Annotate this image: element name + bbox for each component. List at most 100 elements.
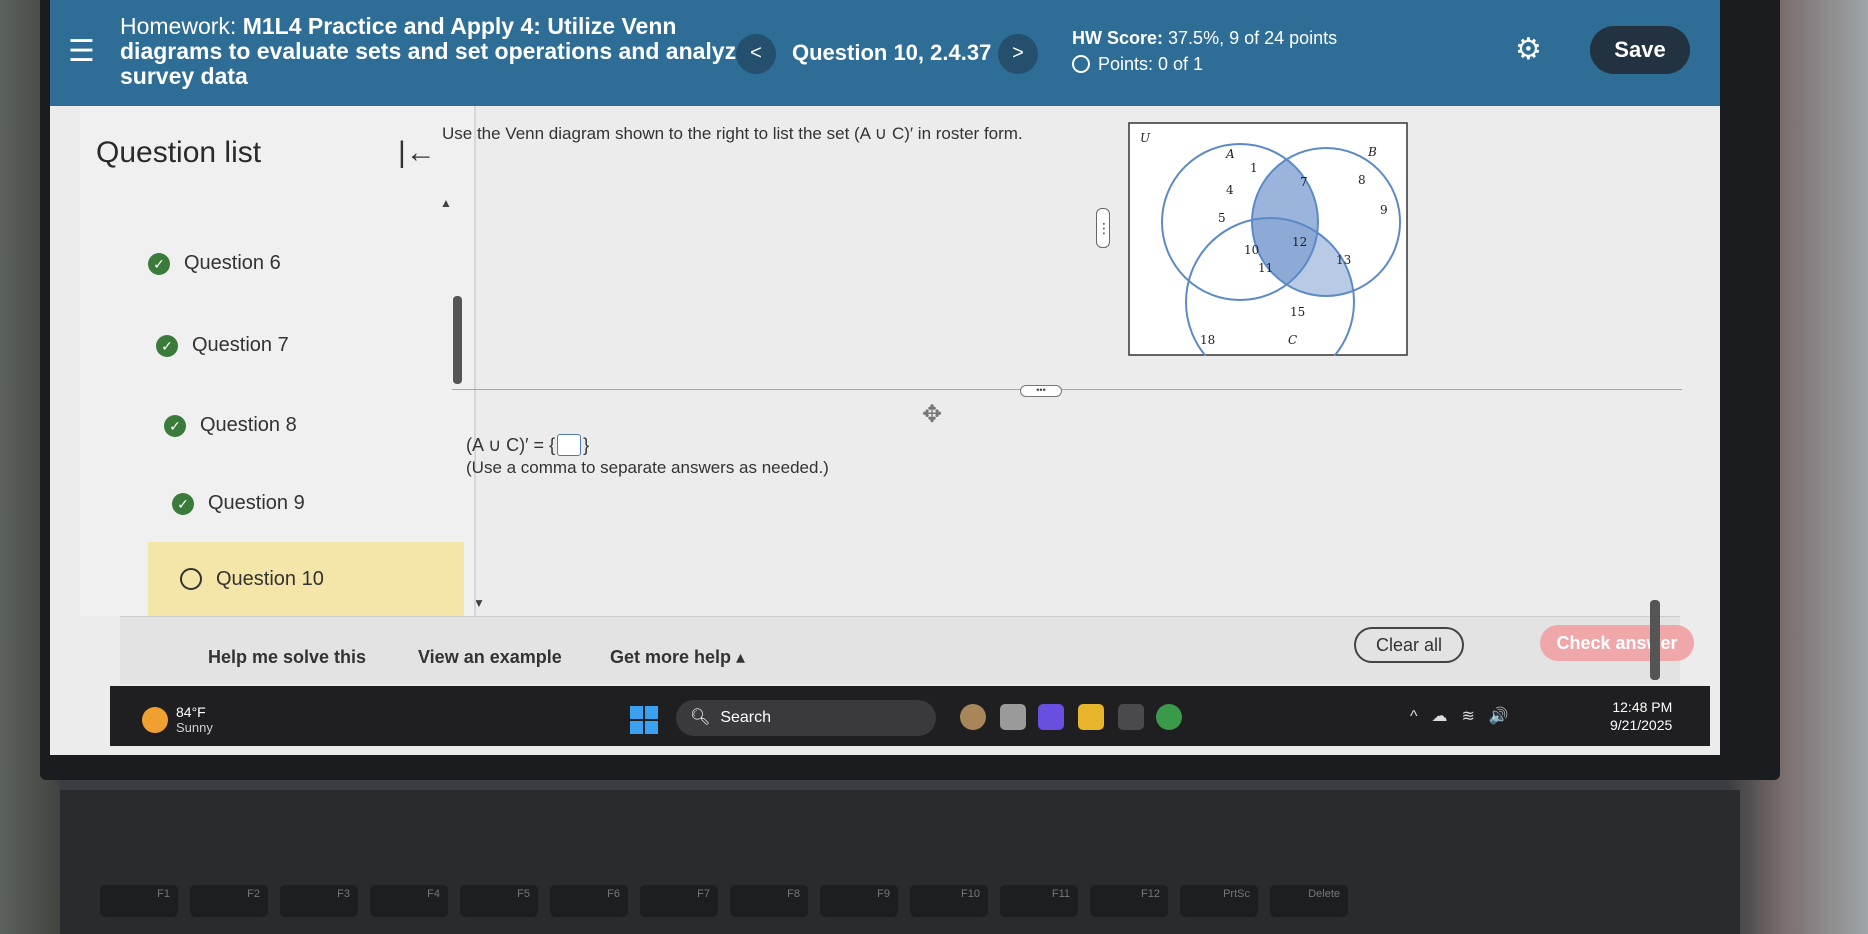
keyboard-key: F12 — [1090, 885, 1168, 917]
question-item-10[interactable]: Question 10 — [148, 542, 464, 616]
element-a-b: 7 — [1300, 175, 1308, 189]
complete-check-icon: ✓ — [164, 414, 186, 437]
answer-hint: (Use a comma to separate answers as need… — [466, 458, 829, 477]
question-list-scrollbar[interactable] — [453, 296, 462, 384]
search-icon: 🔍︎ — [690, 709, 711, 726]
element-b-only: 8 — [1358, 173, 1366, 187]
screen: ☰ Homework: M1L4 Practice and Apply 4: U… — [50, 0, 1720, 755]
collapse-panel-icon[interactable]: |← — [398, 136, 436, 170]
question-item-label: Question 7 — [192, 334, 289, 356]
weather-condition: Sunny — [176, 720, 213, 735]
homework-prefix: Homework: — [120, 13, 237, 39]
store-icon[interactable] — [1118, 704, 1144, 730]
clear-all-button[interactable]: Clear all — [1354, 627, 1464, 663]
complete-check-icon: ✓ — [156, 334, 178, 357]
element-b-only: 9 — [1380, 203, 1388, 217]
points-status-icon — [1072, 55, 1090, 73]
content-divider — [452, 389, 1682, 390]
element-a-c: 10 — [1244, 243, 1259, 257]
question-item-6[interactable]: ✓ Question 6 — [148, 252, 281, 275]
hw-score-value: 37.5%, 9 of 24 points — [1168, 28, 1338, 48]
question-list-panel: Question list |← ▲ ▼ ✓ Question 6 ✓ Ques… — [80, 106, 485, 616]
windows-start-icon[interactable] — [630, 706, 658, 734]
answer-input-box[interactable] — [557, 434, 582, 457]
question-item-7[interactable]: ✓ Question 7 — [156, 334, 289, 357]
next-question-button[interactable]: > — [998, 34, 1038, 74]
view-example-button[interactable]: View an example — [418, 647, 562, 668]
incomplete-circle-icon — [180, 568, 202, 590]
chrome-icon[interactable] — [1156, 704, 1182, 730]
question-item-label: Question 9 — [208, 492, 305, 514]
question-points: Points: 0 of 1 — [1072, 54, 1203, 75]
element-c-only: 15 — [1290, 305, 1305, 319]
move-arrows-icon: ✥ — [922, 401, 943, 428]
clock-date: 9/21/2025 — [1610, 717, 1673, 733]
help-me-solve-button[interactable]: Help me solve this — [208, 647, 366, 668]
taskbar-clock[interactable]: 12:48 PM 9/21/2025 — [1610, 698, 1672, 734]
page-scrollbar[interactable] — [1650, 600, 1660, 680]
keyboard-key: F2 — [190, 885, 268, 917]
universe-label: U — [1140, 131, 1151, 145]
file-explorer-window-icon[interactable] — [1000, 704, 1026, 730]
question-item-9[interactable]: ✓ Question 9 — [172, 492, 305, 515]
set-a-label: A — [1225, 147, 1235, 161]
keyboard-key: PrtSc — [1180, 885, 1258, 917]
venn-diagram: U A B C 1 4 5 7 8 9 12 10 11 13 15 18 — [1128, 122, 1408, 356]
question-item-label: Question 10 — [216, 567, 324, 590]
settings-gear-icon[interactable]: ⚙ — [1515, 32, 1542, 67]
question-item-label: Question 8 — [200, 414, 297, 436]
menu-icon[interactable]: ☰ — [68, 34, 95, 69]
element-a-only: 1 — [1250, 161, 1258, 175]
element-a-only: 4 — [1226, 183, 1234, 197]
panel-divider — [474, 106, 476, 616]
clock-time: 12:48 PM — [1612, 699, 1673, 715]
sun-icon — [142, 707, 168, 733]
chevron-left-icon: < — [750, 42, 762, 64]
previous-question-button[interactable]: < — [736, 34, 776, 74]
weather-widget[interactable]: 84°F Sunny — [142, 704, 213, 736]
hw-score-label: HW Score: — [1072, 28, 1164, 48]
weather-temperature: 84°F — [176, 704, 206, 720]
windows-taskbar: 84°F Sunny 🔍︎ Search ^☁≋🔊 12:48 PM 9/21/2… — [110, 686, 1710, 746]
search-label: Search — [720, 709, 772, 726]
question-item-8[interactable]: ✓ Question 8 — [164, 414, 297, 437]
answer-suffix: } — [583, 434, 590, 455]
keyboard-key: Delete — [1270, 885, 1348, 917]
folder-icon[interactable] — [1078, 704, 1104, 730]
copilot-icon[interactable] — [1038, 704, 1064, 730]
homework-title: Homework: M1L4 Practice and Apply 4: Uti… — [120, 14, 780, 89]
system-tray-icons[interactable]: ^☁≋🔊 — [1410, 706, 1523, 726]
keyboard-key: F9 — [820, 885, 898, 917]
set-b-label: B — [1367, 145, 1377, 159]
saturn-icon[interactable] — [960, 704, 986, 730]
question-item-label: Question 6 — [184, 252, 281, 274]
save-button[interactable]: Save — [1590, 26, 1690, 74]
answer-prefix: (A ∪ C)′ = { — [466, 434, 556, 455]
keyboard-key: F4 — [370, 885, 448, 917]
keyboard-key: F5 — [460, 885, 538, 917]
element-a-only: 5 — [1218, 211, 1226, 225]
complete-check-icon: ✓ — [148, 252, 170, 275]
check-answer-button[interactable]: Check answer — [1540, 625, 1694, 661]
question-prompt: Use the Venn diagram shown to the right … — [442, 124, 1023, 143]
keyboard-key: F7 — [640, 885, 718, 917]
answer-input[interactable] — [558, 436, 581, 457]
expand-more-icon[interactable]: ••• — [1020, 385, 1062, 397]
element-a-c: 11 — [1258, 261, 1273, 275]
scroll-up-arrow-icon[interactable]: ▲ — [440, 196, 452, 210]
homework-header: ☰ Homework: M1L4 Practice and Apply 4: U… — [50, 0, 1720, 106]
question-title: Question 10, 2.4.37 — [792, 40, 992, 65]
keyboard-key: F3 — [280, 885, 358, 917]
keyboard-key: F8 — [730, 885, 808, 917]
element-a-b-c: 12 — [1292, 235, 1307, 249]
keyboard-key: F6 — [550, 885, 628, 917]
keyboard-key: F10 — [910, 885, 988, 917]
keyboard-key: F1 — [100, 885, 178, 917]
get-more-help-button[interactable]: Get more help ▴ — [610, 647, 745, 668]
chevron-right-icon: > — [1012, 42, 1024, 64]
laptop-keyboard: F1 F2 F3 F4 F5 F6 F7 F8 F9 F10 F11 F12 P… — [60, 790, 1740, 934]
taskbar-search[interactable]: 🔍︎ Search — [676, 700, 936, 736]
help-bar: Help me solve this View an example Get m… — [120, 616, 1694, 684]
resize-handle-icon[interactable]: ⋮ — [1096, 208, 1111, 248]
question-list-title: Question list — [96, 136, 262, 169]
